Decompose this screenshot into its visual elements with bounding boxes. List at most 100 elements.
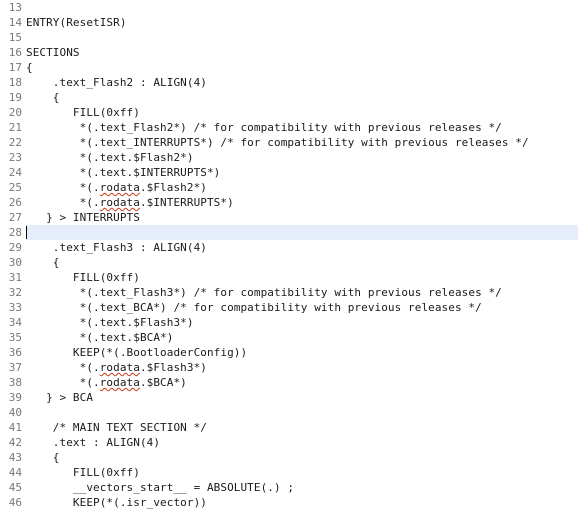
code-line[interactable]: 37 *(.rodata.$Flash3*) xyxy=(0,360,578,375)
code-line-text[interactable]: .text : ALIGN(4) xyxy=(26,435,578,450)
code-line[interactable]: 20 FILL(0xff) xyxy=(0,105,578,120)
code-line-text[interactable]: .text_Flash2 : ALIGN(4) xyxy=(26,75,578,90)
code-line-text[interactable]: ​ xyxy=(26,30,578,45)
code-line[interactable]: 28 ​ xyxy=(0,225,578,240)
line-number: 19 xyxy=(0,90,22,105)
code-line-text[interactable]: ​ xyxy=(26,405,578,420)
code-line-text[interactable]: *(.text.$INTERRUPTS*) xyxy=(26,165,578,180)
line-number: 13 xyxy=(0,0,22,15)
code-line[interactable]: 40 ​ xyxy=(0,405,578,420)
code-line[interactable]: 33 *(.text_BCA*) /* for compatibility wi… xyxy=(0,300,578,315)
line-number: 16 xyxy=(0,45,22,60)
line-number: 43 xyxy=(0,450,22,465)
spellcheck-underline: rodata xyxy=(99,376,140,389)
line-number: 45 xyxy=(0,480,22,495)
code-line[interactable]: 34 *(.text.$Flash3*) xyxy=(0,315,578,330)
code-line-text[interactable]: *(.text_Flash2*) /* for compatibility wi… xyxy=(26,120,578,135)
code-line[interactable]: 19 { xyxy=(0,90,578,105)
line-number: 21 xyxy=(0,120,22,135)
spellcheck-underline: rodata xyxy=(99,361,140,374)
code-line-text[interactable]: { xyxy=(26,450,578,465)
code-line[interactable]: 36 KEEP(*(.BootloaderConfig)) xyxy=(0,345,578,360)
code-line-text[interactable]: *(.rodata.$INTERRUPTS*) xyxy=(26,195,578,210)
code-line-text[interactable]: __vectors_start__ = ABSOLUTE(.) ; xyxy=(26,480,578,495)
code-line[interactable]: 13 ​ xyxy=(0,0,578,15)
code-line[interactable]: 21 *(.text_Flash2*) /* for compatibility… xyxy=(0,120,578,135)
code-line[interactable]: 26 *(.rodata.$INTERRUPTS*) xyxy=(0,195,578,210)
text-cursor xyxy=(26,226,27,239)
line-number: 25 xyxy=(0,180,22,195)
code-lines-container[interactable]: 13 ​ 14 ENTRY(ResetISR) 15 ​ 16 SECTIONS 17 {18 .… xyxy=(0,0,578,510)
code-line-text[interactable]: { xyxy=(26,90,578,105)
code-line[interactable]: 46 KEEP(*(.isr_vector)) xyxy=(0,495,578,510)
line-number: 26 xyxy=(0,195,22,210)
code-line[interactable]: 15 ​ xyxy=(0,30,578,45)
code-line-text[interactable]: FILL(0xff) xyxy=(26,465,578,480)
code-line[interactable]: 35 *(.text.$BCA*) xyxy=(0,330,578,345)
line-number: 23 xyxy=(0,150,22,165)
code-line-text[interactable]: *(.text.$Flash3*) xyxy=(26,315,578,330)
line-number: 40 xyxy=(0,405,22,420)
line-number: 41 xyxy=(0,420,22,435)
code-line[interactable]: 41 /* MAIN TEXT SECTION */ xyxy=(0,420,578,435)
code-line[interactable]: 29 .text_Flash3 : ALIGN(4) xyxy=(0,240,578,255)
code-editor[interactable]: 13 ​ 14 ENTRY(ResetISR) 15 ​ 16 SECTIONS 17 {18 .… xyxy=(0,0,578,511)
line-number: 31 xyxy=(0,270,22,285)
code-line-text[interactable]: *(.rodata.$BCA*) xyxy=(26,375,578,390)
line-number: 44 xyxy=(0,465,22,480)
code-line-text[interactable]: { xyxy=(26,255,578,270)
code-line[interactable]: 25 *(.rodata.$Flash2*) xyxy=(0,180,578,195)
code-line-text[interactable]: FILL(0xff) xyxy=(26,105,578,120)
code-line-text[interactable]: .text_Flash3 : ALIGN(4) xyxy=(26,240,578,255)
code-line[interactable]: 42 .text : ALIGN(4) xyxy=(0,435,578,450)
line-number: 27 xyxy=(0,210,22,225)
line-number: 22 xyxy=(0,135,22,150)
code-line[interactable]: 31 FILL(0xff) xyxy=(0,270,578,285)
code-line[interactable]: 44 FILL(0xff) xyxy=(0,465,578,480)
code-line-text[interactable]: } > INTERRUPTS xyxy=(26,210,578,225)
line-number: 34 xyxy=(0,315,22,330)
code-line-text[interactable]: KEEP(*(.BootloaderConfig)) xyxy=(26,345,578,360)
code-line-text[interactable]: ​ xyxy=(26,225,578,240)
code-line-text[interactable]: *(.text_Flash3*) /* for compatibility wi… xyxy=(26,285,578,300)
code-line-text[interactable]: *(.rodata.$Flash3*) xyxy=(26,360,578,375)
line-number: 30 xyxy=(0,255,22,270)
code-line[interactable]: 22 *(.text_INTERRUPTS*) /* for compatibi… xyxy=(0,135,578,150)
line-number: 24 xyxy=(0,165,22,180)
code-line[interactable]: 38 *(.rodata.$BCA*) xyxy=(0,375,578,390)
line-number: 15 xyxy=(0,30,22,45)
code-line-text[interactable]: *(.text_INTERRUPTS*) /* for compatibilit… xyxy=(26,135,578,150)
line-number: 37 xyxy=(0,360,22,375)
code-line-text[interactable]: /* MAIN TEXT SECTION */ xyxy=(26,420,578,435)
line-number: 32 xyxy=(0,285,22,300)
line-number: 29 xyxy=(0,240,22,255)
code-line-text[interactable]: SECTIONS xyxy=(26,45,578,60)
code-line-text[interactable]: *(.text_BCA*) /* for compatibility with … xyxy=(26,300,578,315)
code-line-text[interactable]: KEEP(*(.isr_vector)) xyxy=(26,495,578,510)
code-line-text[interactable]: *(.text.$Flash2*) xyxy=(26,150,578,165)
code-line[interactable]: 43 { xyxy=(0,450,578,465)
code-line[interactable]: 30 { xyxy=(0,255,578,270)
code-line-text[interactable]: *(.rodata.$Flash2*) xyxy=(26,180,578,195)
code-line-text[interactable]: ENTRY(ResetISR) xyxy=(26,15,578,30)
code-line[interactable]: 45 __vectors_start__ = ABSOLUTE(.) ; xyxy=(0,480,578,495)
code-line[interactable]: 32 *(.text_Flash3*) /* for compatibility… xyxy=(0,285,578,300)
code-line-text[interactable]: { xyxy=(26,60,578,75)
code-line[interactable]: 39 } > BCA xyxy=(0,390,578,405)
code-line-text[interactable]: ​ xyxy=(26,0,578,15)
code-line[interactable]: 16 SECTIONS xyxy=(0,45,578,60)
code-line-text[interactable]: FILL(0xff) xyxy=(26,270,578,285)
code-line[interactable]: 23 *(.text.$Flash2*) xyxy=(0,150,578,165)
line-number: 18 xyxy=(0,75,22,90)
code-line[interactable]: 27 } > INTERRUPTS xyxy=(0,210,578,225)
line-number: 14 xyxy=(0,15,22,30)
line-number: 38 xyxy=(0,375,22,390)
code-line-text[interactable]: } > BCA xyxy=(26,390,578,405)
code-line-text[interactable]: *(.text.$BCA*) xyxy=(26,330,578,345)
code-line[interactable]: 17 { xyxy=(0,60,578,75)
code-line[interactable]: 14 ENTRY(ResetISR) xyxy=(0,15,578,30)
line-number: 35 xyxy=(0,330,22,345)
code-line[interactable]: 24 *(.text.$INTERRUPTS*) xyxy=(0,165,578,180)
line-number: 46 xyxy=(0,495,22,510)
code-line[interactable]: 18 .text_Flash2 : ALIGN(4) xyxy=(0,75,578,90)
